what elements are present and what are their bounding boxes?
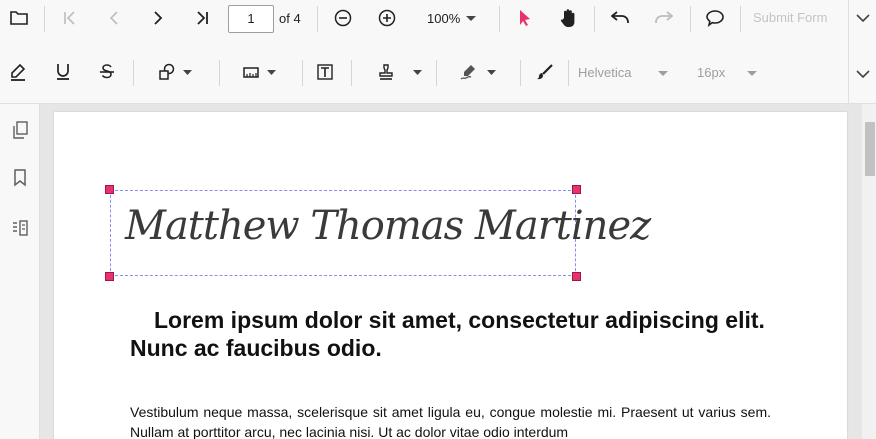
- divider: [848, 0, 849, 36]
- navigation-sidebar: [0, 104, 40, 439]
- chevron-down-icon[interactable]: [464, 12, 478, 24]
- ink-icon[interactable]: [533, 60, 557, 84]
- comment-icon[interactable]: [703, 6, 727, 30]
- zoom-dropdown[interactable]: 100%: [427, 11, 460, 26]
- zoom-out-icon[interactable]: [331, 6, 355, 30]
- form-fields-icon[interactable]: [8, 216, 32, 240]
- chevron-down-icon[interactable]: [411, 68, 423, 76]
- separator: [520, 60, 521, 86]
- resize-handle-top-right[interactable]: [572, 185, 581, 194]
- pdf-page: Matthew Thomas Martinez Lorem ipsum dolo…: [54, 112, 847, 439]
- page-thumbnails-icon[interactable]: [8, 118, 32, 142]
- last-page-icon[interactable]: [190, 6, 214, 30]
- shapes-icon[interactable]: [155, 60, 179, 84]
- annotation-toolbar: Helvetica 16px: [0, 36, 876, 104]
- bookmark-icon[interactable]: [8, 166, 32, 190]
- signature-text: Matthew Thomas Martinez: [125, 203, 651, 249]
- next-page-icon[interactable]: [146, 6, 170, 30]
- folder-icon[interactable]: [6, 6, 32, 30]
- highlighter-icon[interactable]: [6, 60, 30, 84]
- resize-handle-top-left[interactable]: [105, 185, 114, 194]
- resize-handle-bottom-left[interactable]: [105, 272, 114, 281]
- signature-annotation[interactable]: Matthew Thomas Martinez: [105, 185, 651, 281]
- document-paragraph: Vestibulum neque massa, scelerisque sit …: [130, 404, 771, 439]
- separator: [499, 6, 500, 32]
- page-number-input[interactable]: 1: [228, 5, 274, 33]
- strikethrough-icon[interactable]: [95, 60, 119, 84]
- separator: [317, 6, 318, 32]
- pdf-viewer: 1 of 4 100% Submit Form Helvetica 16px M…: [0, 0, 876, 439]
- separator: [44, 6, 45, 32]
- separator: [740, 6, 741, 32]
- document-heading: Lorem ipsum dolor sit amet, consectetur …: [130, 307, 765, 361]
- underline-icon[interactable]: [51, 60, 75, 84]
- undo-icon[interactable]: [607, 6, 633, 30]
- stamp-icon[interactable]: [374, 60, 398, 84]
- expand-toolbar-icon[interactable]: [854, 10, 872, 26]
- chevron-down-icon[interactable]: [485, 68, 497, 76]
- previous-page-icon[interactable]: [102, 6, 126, 30]
- separator: [436, 60, 437, 86]
- ruler-icon[interactable]: [239, 60, 263, 84]
- hand-icon[interactable]: [556, 6, 582, 30]
- expand-toolbar-icon[interactable]: [854, 66, 872, 82]
- separator: [594, 6, 595, 32]
- resize-handle-bottom-right[interactable]: [572, 272, 581, 281]
- submit-form-button[interactable]: Submit Form: [753, 10, 827, 25]
- chevron-down-icon[interactable]: [181, 68, 193, 76]
- zoom-in-icon[interactable]: [375, 6, 399, 30]
- separator: [302, 60, 303, 86]
- divider: [848, 36, 849, 103]
- font-family-dropdown[interactable]: Helvetica: [578, 65, 631, 80]
- chevron-down-icon[interactable]: [745, 69, 759, 77]
- separator: [351, 60, 352, 86]
- page-total-label: of 4: [279, 11, 301, 26]
- pointer-icon[interactable]: [513, 6, 537, 30]
- font-size-dropdown[interactable]: 16px: [697, 65, 725, 80]
- redo-icon[interactable]: [651, 6, 677, 30]
- first-page-icon[interactable]: [58, 6, 82, 30]
- scrollbar-thumb[interactable]: [865, 122, 875, 176]
- text-box-icon[interactable]: [313, 60, 337, 84]
- separator: [690, 6, 691, 32]
- separator: [568, 60, 569, 86]
- separator: [219, 60, 220, 86]
- primary-toolbar: 1 of 4 100% Submit Form: [0, 0, 876, 36]
- separator: [133, 60, 134, 86]
- chevron-down-icon[interactable]: [265, 68, 277, 76]
- document-viewport[interactable]: Matthew Thomas Martinez Lorem ipsum dolo…: [40, 104, 862, 439]
- chevron-down-icon[interactable]: [656, 69, 670, 77]
- signature-icon[interactable]: [457, 60, 481, 84]
